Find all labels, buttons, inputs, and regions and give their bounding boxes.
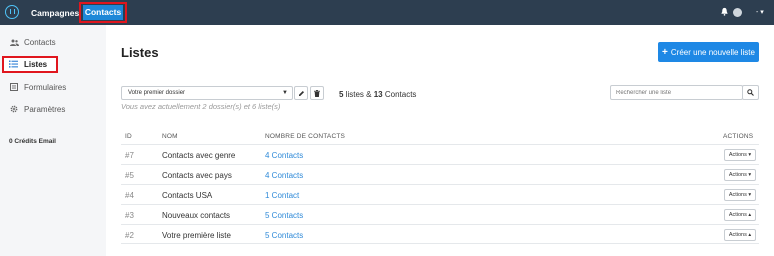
- bell-icon[interactable]: [720, 7, 729, 16]
- row-id: #7: [125, 151, 134, 160]
- email-credits: 0 Crédits Email: [9, 138, 56, 145]
- lists-summary: 5 listes & 13 Contacts: [339, 90, 416, 99]
- row-name[interactable]: Votre première liste: [162, 231, 231, 240]
- row-id: #5: [125, 171, 134, 180]
- row-contacts-link[interactable]: 1 Contact: [265, 191, 299, 200]
- row-actions-button[interactable]: Actions ▴: [724, 209, 756, 221]
- caret-down-icon: ▾: [760, 9, 764, 16]
- nav-campagnes[interactable]: Campagnes: [31, 8, 79, 18]
- edit-folder-button[interactable]: [294, 86, 308, 100]
- top-navbar: Campagnes Contacts - ▾: [0, 0, 774, 25]
- row-contacts-link[interactable]: 5 Contacts: [265, 211, 303, 220]
- delete-folder-button[interactable]: [310, 86, 324, 100]
- sidebar-item-listes[interactable]: Listes: [2, 56, 58, 73]
- search-icon: [747, 89, 754, 96]
- search-input[interactable]: [610, 85, 743, 100]
- row-actions-button[interactable]: Actions ▴: [724, 229, 756, 241]
- row-name[interactable]: Contacts USA: [162, 191, 212, 200]
- row-contacts-link[interactable]: 4 Contacts: [265, 171, 303, 180]
- column-header-name: NOM: [162, 133, 178, 140]
- pencil-icon: [298, 90, 304, 96]
- row-id: #2: [125, 231, 134, 240]
- trash-icon: [314, 89, 320, 97]
- sidebar-item-label: Contacts: [24, 37, 56, 47]
- table-row: #7 Contacts avec genre 4 Contacts Action…: [121, 144, 759, 164]
- gear-icon: [9, 105, 19, 113]
- table-row: #4 Contacts USA 1 Contact Actions ▾: [121, 184, 759, 204]
- sidebar-item-label: Formulaires: [24, 82, 67, 92]
- sidebar-item-contacts[interactable]: Contacts: [9, 35, 56, 49]
- row-contacts-link[interactable]: 5 Contacts: [265, 231, 303, 240]
- page-title: Listes: [121, 45, 159, 60]
- list-icon: [9, 60, 18, 70]
- search-button[interactable]: [742, 85, 759, 100]
- contacts-count: 13: [373, 90, 383, 99]
- folder-select[interactable]: Votre premier dossier ▼: [121, 86, 293, 100]
- row-actions-button[interactable]: Actions ▾: [724, 169, 756, 181]
- sidebar: Contacts Listes Formulaires Paramètres 0…: [0, 25, 106, 256]
- row-contacts-link[interactable]: 4 Contacts: [265, 151, 303, 160]
- sidebar-item-label: Listes: [24, 60, 48, 69]
- avatar[interactable]: [733, 8, 742, 17]
- column-header-actions: ACTIONS: [723, 133, 754, 140]
- column-header-id: ID: [125, 133, 132, 140]
- form-icon: [9, 83, 19, 91]
- row-actions-button[interactable]: Actions ▾: [724, 189, 756, 201]
- folders-hint: Vous avez actuellement 2 dossier(s) et 6…: [121, 102, 281, 111]
- row-name[interactable]: Contacts avec genre: [162, 151, 235, 160]
- column-header-count: NOMBRE DE CONTACTS: [265, 133, 346, 140]
- user-menu-toggle[interactable]: - ▾: [756, 8, 764, 16]
- table-row: #5 Contacts avec pays 4 Contacts Actions…: [121, 164, 759, 184]
- nav-contacts[interactable]: Contacts: [83, 5, 123, 20]
- plus-icon: +: [662, 46, 668, 58]
- row-name[interactable]: Nouveaux contacts: [162, 211, 230, 220]
- create-list-button[interactable]: + Créer une nouvelle liste: [658, 42, 759, 62]
- contacts-label: Contacts: [384, 90, 417, 99]
- lists-count: 5: [339, 90, 344, 99]
- folder-select-value: Votre premier dossier: [128, 90, 186, 96]
- table-row: #2 Votre première liste 5 Contacts Actio…: [121, 224, 759, 244]
- row-actions-button[interactable]: Actions ▾: [724, 149, 756, 161]
- table-row: #3 Nouveaux contacts 5 Contacts Actions …: [121, 204, 759, 224]
- create-list-label: Créer une nouvelle liste: [670, 47, 755, 57]
- sidebar-item-parametres[interactable]: Paramètres: [9, 102, 65, 116]
- row-name[interactable]: Contacts avec pays: [162, 171, 232, 180]
- users-icon: [9, 39, 19, 46]
- lists-label: listes &: [345, 90, 372, 99]
- sidebar-item-label: Paramètres: [24, 104, 66, 114]
- row-id: #4: [125, 191, 134, 200]
- nav-contacts-highlight: Contacts: [79, 2, 127, 23]
- hexagon-logo-icon[interactable]: [5, 5, 19, 19]
- sidebar-item-formulaires[interactable]: Formulaires: [9, 80, 66, 94]
- row-id: #3: [125, 211, 134, 220]
- chevron-down-icon: ▼: [282, 90, 288, 96]
